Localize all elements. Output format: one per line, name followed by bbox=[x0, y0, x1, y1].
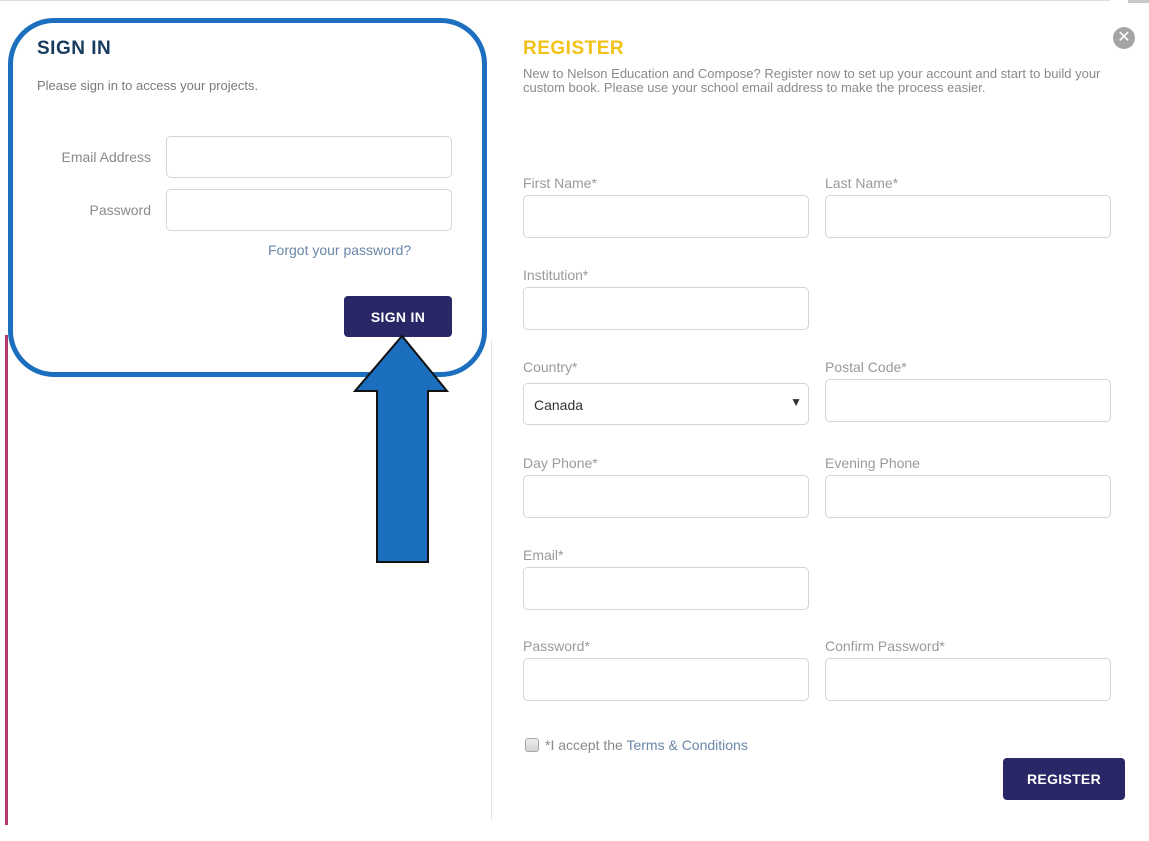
register-password-input[interactable] bbox=[523, 658, 809, 701]
institution-label: Institution* bbox=[523, 267, 589, 283]
signin-title: SIGN IN bbox=[37, 38, 112, 59]
day-phone-label: Day Phone* bbox=[523, 455, 598, 471]
postal-code-input[interactable] bbox=[825, 379, 1111, 422]
terms-accept-prefix: *I accept the bbox=[545, 737, 627, 753]
signin-subtitle: Please sign in to access your projects. bbox=[37, 78, 259, 93]
day-phone-input[interactable] bbox=[523, 475, 809, 518]
page-left-accent bbox=[5, 335, 8, 825]
signin-password-input[interactable] bbox=[166, 189, 452, 231]
signin-email-input[interactable] bbox=[166, 136, 452, 178]
close-icon[interactable]: ✕ bbox=[1113, 27, 1135, 49]
password-label-register: Password* bbox=[523, 638, 590, 654]
terms-link[interactable]: Terms & Conditions bbox=[626, 737, 747, 753]
postal-code-label: Postal Code* bbox=[825, 359, 907, 375]
register-title: REGISTER bbox=[523, 38, 625, 59]
evening-phone-label: Evening Phone bbox=[825, 455, 920, 471]
page-top-border bbox=[0, 0, 1110, 1]
last-name-label: Last Name* bbox=[825, 175, 899, 191]
register-description: New to Nelson Education and Compose? Reg… bbox=[523, 66, 1101, 95]
forgot-password-link[interactable]: Forgot your password? bbox=[268, 242, 411, 258]
register-email-input[interactable] bbox=[523, 567, 809, 610]
first-name-label: First Name* bbox=[523, 175, 597, 191]
register-button[interactable]: REGISTER bbox=[1003, 758, 1125, 800]
institution-input[interactable] bbox=[523, 287, 809, 330]
email-address-label: Email Address bbox=[61, 149, 151, 165]
evening-phone-input[interactable] bbox=[825, 475, 1111, 518]
chevron-down-icon: ▼ bbox=[790, 395, 802, 409]
country-select[interactable]: Canada ▼ bbox=[523, 383, 809, 425]
corner-mark bbox=[1128, 0, 1149, 3]
last-name-input[interactable] bbox=[825, 195, 1111, 238]
country-select-value: Canada bbox=[534, 397, 584, 413]
confirm-password-label: Confirm Password* bbox=[825, 638, 945, 654]
password-label: Password bbox=[89, 202, 151, 218]
terms-accept-text: *I accept the Terms & Conditions bbox=[545, 737, 748, 753]
first-name-input[interactable] bbox=[523, 195, 809, 238]
email-label: Email* bbox=[523, 547, 564, 563]
country-label: Country* bbox=[523, 359, 578, 375]
terms-checkbox[interactable] bbox=[525, 738, 539, 752]
confirm-password-input[interactable] bbox=[825, 658, 1111, 701]
column-divider bbox=[491, 340, 492, 820]
annotation-arrow-up bbox=[352, 334, 450, 563]
